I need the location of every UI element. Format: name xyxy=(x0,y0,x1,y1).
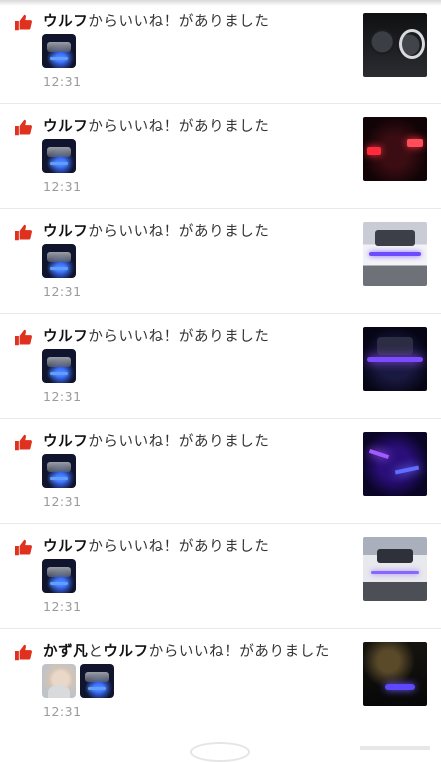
timestamp: 12:31 xyxy=(43,704,82,719)
timestamp: 12:31 xyxy=(43,74,82,89)
post-thumbnail[interactable] xyxy=(363,13,427,77)
post-thumbnail[interactable] xyxy=(363,432,427,496)
notification-message: かず凡とウルフからいいね！がありました xyxy=(43,642,330,662)
thumbs-up-icon xyxy=(15,329,32,346)
avatar[interactable] xyxy=(42,454,76,488)
avatar[interactable] xyxy=(42,559,76,593)
post-thumbnail[interactable] xyxy=(363,117,427,181)
username[interactable]: ウルフ xyxy=(43,539,88,555)
scroll-top-button[interactable] xyxy=(190,742,250,762)
notification-connector: と xyxy=(88,644,104,660)
avatar-group xyxy=(42,139,76,175)
notification-row[interactable]: かず凡とウルフからいいね！がありました 12:31 xyxy=(0,630,441,734)
notification-row[interactable]: ウルフからいいね！がありました 12:31 xyxy=(0,525,441,629)
username[interactable]: ウルフ xyxy=(43,119,88,135)
avatar-group xyxy=(42,559,76,595)
notification-text: からいいね！がありました xyxy=(148,644,330,660)
thumbs-up-icon xyxy=(15,644,32,661)
timestamp: 12:31 xyxy=(43,284,82,299)
avatar[interactable] xyxy=(80,664,114,698)
avatar[interactable] xyxy=(42,349,76,383)
avatar[interactable] xyxy=(42,34,76,68)
avatar-group xyxy=(42,349,76,385)
notification-message: ウルフからいいね！がありました xyxy=(43,117,270,137)
timestamp: 12:31 xyxy=(43,599,82,614)
notification-row[interactable]: ウルフからいいね！がありました 12:31 xyxy=(0,420,441,524)
timestamp: 12:31 xyxy=(43,389,82,404)
username[interactable]: ウルフ xyxy=(43,14,88,30)
avatar-group xyxy=(42,34,76,70)
avatar[interactable] xyxy=(42,139,76,173)
notification-message: ウルフからいいね！がありました xyxy=(43,327,270,347)
avatar-group xyxy=(42,454,76,490)
thumbs-up-icon xyxy=(15,539,32,556)
avatar-group xyxy=(42,244,76,280)
notification-row[interactable]: ウルフからいいね！がありました 12:31 xyxy=(0,105,441,209)
notification-row[interactable]: ウルフからいいね！がありました 12:31 xyxy=(0,210,441,314)
username[interactable]: ウルフ xyxy=(43,434,88,450)
thumbs-up-icon xyxy=(15,224,32,241)
avatar[interactable] xyxy=(42,664,76,698)
post-thumbnail[interactable] xyxy=(363,222,427,286)
username[interactable]: ウルフ xyxy=(103,644,148,660)
notification-row[interactable]: ウルフからいいね！がありました 12:31 xyxy=(0,0,441,104)
thumbs-up-icon xyxy=(15,434,32,451)
notification-text: からいいね！がありました xyxy=(88,329,270,345)
timestamp: 12:31 xyxy=(43,494,82,509)
username[interactable]: ウルフ xyxy=(43,224,88,240)
avatar-group xyxy=(42,664,114,700)
notification-text: からいいね！がありました xyxy=(88,539,270,555)
notification-message: ウルフからいいね！がありました xyxy=(43,222,270,242)
timestamp: 12:31 xyxy=(43,179,82,194)
username[interactable]: かず凡 xyxy=(43,644,88,660)
post-thumbnail[interactable] xyxy=(363,642,427,706)
avatar[interactable] xyxy=(42,244,76,278)
next-row-edge xyxy=(360,746,430,750)
notification-text: からいいね！がありました xyxy=(88,14,270,30)
notification-row[interactable]: ウルフからいいね！がありました 12:31 xyxy=(0,315,441,419)
notification-text: からいいね！がありました xyxy=(88,224,270,240)
post-thumbnail[interactable] xyxy=(363,327,427,391)
notification-text: からいいね！がありました xyxy=(88,434,270,450)
thumbs-up-icon xyxy=(15,14,32,31)
notification-text: からいいね！がありました xyxy=(88,119,270,135)
notification-message: ウルフからいいね！がありました xyxy=(43,537,270,557)
notification-message: ウルフからいいね！がありました xyxy=(43,432,270,452)
username[interactable]: ウルフ xyxy=(43,329,88,345)
post-thumbnail[interactable] xyxy=(363,537,427,601)
thumbs-up-icon xyxy=(15,119,32,136)
notification-message: ウルフからいいね！がありました xyxy=(43,12,270,32)
